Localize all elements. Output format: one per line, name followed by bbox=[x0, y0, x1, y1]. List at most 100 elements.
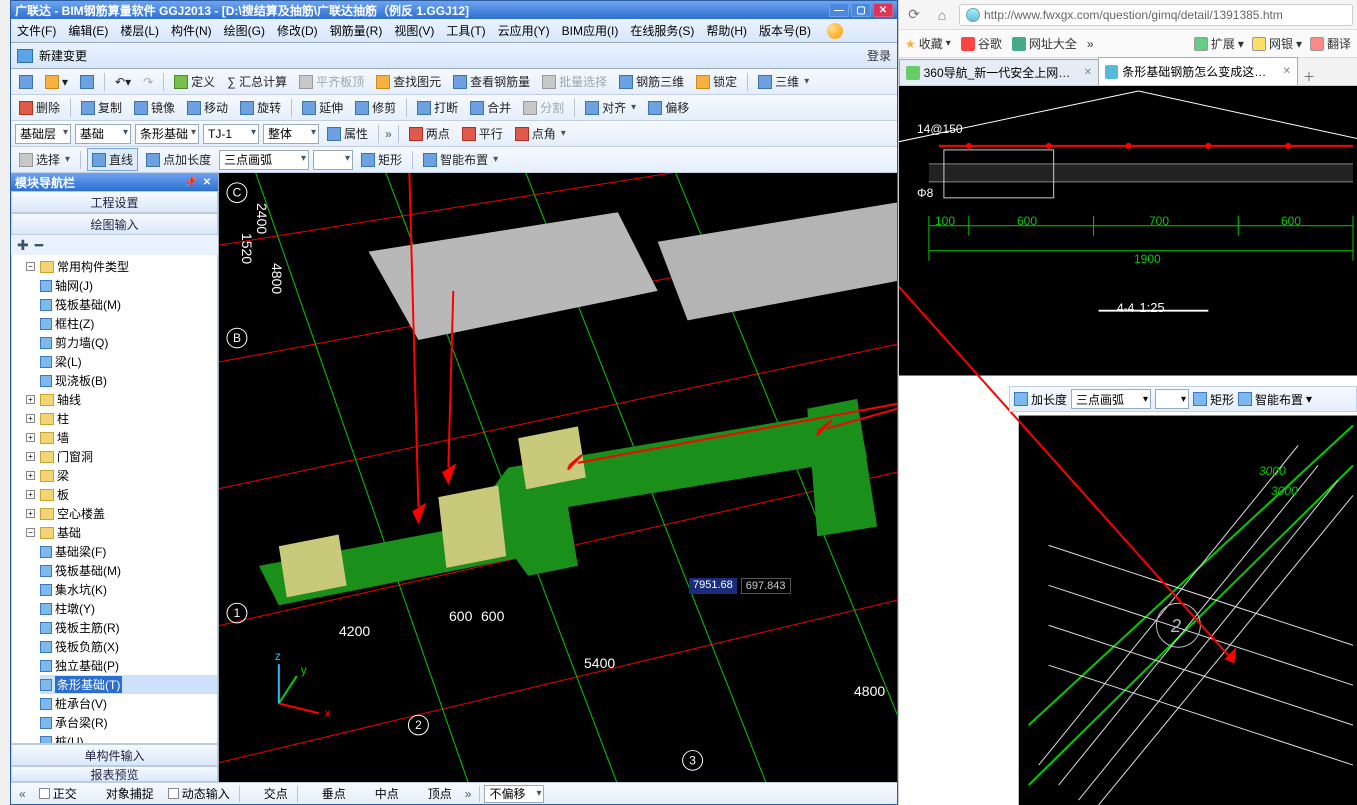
copy-button[interactable]: 复制 bbox=[77, 97, 126, 118]
view-rebar-button[interactable]: 查看钢筋量 bbox=[449, 71, 534, 92]
smart-layout-tool[interactable]: 智能布置 bbox=[419, 149, 502, 170]
point-angle-button[interactable]: 点角 bbox=[511, 123, 570, 144]
tree-item[interactable]: 承台梁(R) bbox=[40, 713, 217, 732]
tree-item[interactable]: 筏板基础(M) bbox=[40, 561, 217, 580]
tree-item[interactable]: 梁(L) bbox=[40, 352, 217, 371]
move-button[interactable]: 移动 bbox=[183, 97, 232, 118]
close-button[interactable]: ✕ bbox=[873, 3, 893, 17]
scope-combo[interactable]: 整体 bbox=[263, 124, 319, 144]
section-single[interactable]: 单构件输入 bbox=[11, 744, 218, 766]
merge-button[interactable]: 合并 bbox=[466, 97, 515, 118]
rect-tool[interactable]: 矩形 bbox=[357, 149, 406, 170]
menu-edit[interactable]: 编辑(E) bbox=[68, 22, 108, 39]
rebar-3d-button[interactable]: 钢筋三维 bbox=[615, 71, 688, 92]
two-point-button[interactable]: 两点 bbox=[405, 123, 454, 144]
mini-smart[interactable]: 智能布置▾ bbox=[1238, 391, 1312, 408]
menu-tools[interactable]: 工具(T) bbox=[446, 22, 485, 39]
tree-folder[interactable]: +门窗洞 bbox=[26, 447, 217, 466]
translate-button[interactable]: 翻译 bbox=[1310, 35, 1351, 52]
tree-item[interactable]: 独立基础(P) bbox=[40, 656, 217, 675]
tree-item[interactable]: 桩(U) bbox=[40, 732, 217, 744]
url-field[interactable]: http://www.fwxgx.com/question/gimq/detai… bbox=[959, 4, 1353, 26]
menu-floor[interactable]: 楼层(L) bbox=[120, 22, 159, 39]
tree-folder[interactable]: +墙 bbox=[26, 428, 217, 447]
tab-close-icon[interactable]: ✕ bbox=[1084, 67, 1092, 78]
panel-close-icon[interactable]: ✕ bbox=[200, 175, 214, 189]
trim-button[interactable]: 修剪 bbox=[351, 97, 400, 118]
mini-empty[interactable] bbox=[1155, 389, 1189, 409]
tree-folder[interactable]: +梁 bbox=[26, 466, 217, 485]
menu-component[interactable]: 构件(N) bbox=[171, 22, 212, 39]
browser-page[interactable]: 14@150 Φ8 100 600 700 600 1900 4-4 1:25 … bbox=[899, 86, 1357, 805]
tree-item[interactable]: 筏板负筋(X) bbox=[40, 637, 217, 656]
menu-cloud[interactable]: 云应用(Y) bbox=[498, 22, 550, 39]
properties-button[interactable]: 属性 bbox=[323, 123, 372, 144]
osnap-toggle[interactable]: 对象捕捉 bbox=[86, 783, 159, 804]
home-icon[interactable]: ⌂ bbox=[931, 4, 953, 26]
select-tool[interactable]: 选择 bbox=[15, 149, 74, 170]
snap-mid[interactable]: 中点 bbox=[355, 783, 404, 804]
section-draw[interactable]: 绘图输入 bbox=[11, 213, 218, 235]
name-combo[interactable]: TJ-1 bbox=[203, 124, 259, 144]
menu-bim[interactable]: BIM应用(I) bbox=[562, 22, 619, 39]
three-d-button[interactable]: 三维 bbox=[754, 71, 813, 92]
snap-perp[interactable]: 垂点 bbox=[302, 783, 351, 804]
offset-button[interactable]: 偏移 bbox=[644, 97, 693, 118]
tree-item[interactable]: 柱墩(Y) bbox=[40, 599, 217, 618]
tree-item[interactable]: 剪力墙(Q) bbox=[40, 333, 217, 352]
reload-icon[interactable]: ⟳ bbox=[903, 4, 925, 26]
point-length-tool[interactable]: 点加长度 bbox=[142, 149, 215, 170]
mini-rect[interactable]: 矩形 bbox=[1193, 391, 1234, 408]
new-change-label[interactable]: 新建变更 bbox=[39, 47, 87, 64]
browser-tab-active[interactable]: 条形基础钢筋怎么变成这样了-/✕ bbox=[1098, 57, 1298, 85]
rotate-button[interactable]: 旋转 bbox=[236, 97, 285, 118]
section-report[interactable]: 报表预览 bbox=[11, 766, 218, 782]
menu-help[interactable]: 帮助(H) bbox=[706, 22, 747, 39]
version-icon[interactable] bbox=[827, 23, 843, 39]
ortho-toggle[interactable]: 正交 bbox=[34, 783, 82, 804]
new-file-button[interactable] bbox=[15, 73, 37, 91]
minimize-button[interactable]: — bbox=[829, 3, 849, 17]
lock-button[interactable]: 锁定 bbox=[692, 71, 741, 92]
add-tab-button[interactable]: ＋ bbox=[1297, 68, 1321, 85]
sites-link[interactable]: 网址大全 bbox=[1012, 35, 1077, 52]
break-button[interactable]: 打断 bbox=[413, 97, 462, 118]
mini-ptlen[interactable]: 加长度 bbox=[1014, 391, 1067, 408]
sum-button[interactable]: ∑ 汇总计算 bbox=[223, 71, 291, 92]
google-link[interactable]: 谷歌 bbox=[961, 35, 1002, 52]
tree-folder[interactable]: +轴线 bbox=[26, 390, 217, 409]
browser-tab[interactable]: 360导航_新一代安全上网导航✕ bbox=[899, 59, 1099, 85]
find-element-button[interactable]: 查找图元 bbox=[372, 71, 445, 92]
new-change-icon[interactable] bbox=[17, 49, 33, 63]
add-icon[interactable]: ✚ bbox=[17, 237, 29, 254]
parallel-button[interactable]: 平行 bbox=[458, 123, 507, 144]
menu-modify[interactable]: 修改(D) bbox=[277, 22, 318, 39]
bank-button[interactable]: 网银▾ bbox=[1252, 35, 1302, 52]
left-overflow[interactable]: « bbox=[15, 787, 30, 801]
tree-folder[interactable]: +空心楼盖 bbox=[26, 504, 217, 523]
maximize-button[interactable]: ▢ bbox=[851, 3, 871, 17]
tree-item[interactable]: 轴网(J) bbox=[40, 276, 217, 295]
save-button[interactable] bbox=[76, 73, 98, 91]
panel-pin-icon[interactable]: 📌 bbox=[184, 175, 198, 189]
menu-rebar[interactable]: 钢筋量(R) bbox=[330, 22, 383, 39]
tree-folder-foundation[interactable]: −基础 bbox=[26, 523, 217, 542]
tree-item[interactable]: 集水坑(K) bbox=[40, 580, 217, 599]
3d-viewport[interactable]: C B 1 2 3 bbox=[219, 173, 897, 782]
menu-version[interactable]: 版本号(B) bbox=[759, 22, 811, 39]
extend-button[interactable]: 延伸 bbox=[298, 97, 347, 118]
remove-icon[interactable]: ━ bbox=[35, 237, 43, 254]
tree-folder[interactable]: +板 bbox=[26, 485, 217, 504]
category-combo[interactable]: 基础 bbox=[75, 124, 131, 144]
menu-online[interactable]: 在线服务(S) bbox=[630, 22, 694, 39]
arc3-combo[interactable]: 三点画弧 bbox=[219, 150, 309, 170]
offset-combo[interactable]: 不偏移 bbox=[484, 785, 544, 803]
menu-view[interactable]: 视图(V) bbox=[394, 22, 434, 39]
tree-item-selected[interactable]: 条形基础(T) bbox=[40, 675, 217, 694]
bookmark-overflow[interactable]: » bbox=[1087, 37, 1094, 51]
menu-draw[interactable]: 绘图(G) bbox=[224, 22, 265, 39]
snap-overflow[interactable]: » bbox=[461, 787, 476, 801]
layer-combo[interactable]: 基础层 bbox=[15, 124, 71, 144]
component-tree[interactable]: −常用构件类型 轴网(J) 筏板基础(M) 框柱(Z) 剪力墙(Q) 梁(L) … bbox=[11, 255, 218, 744]
undo-button[interactable]: ↶▾ bbox=[111, 73, 135, 91]
